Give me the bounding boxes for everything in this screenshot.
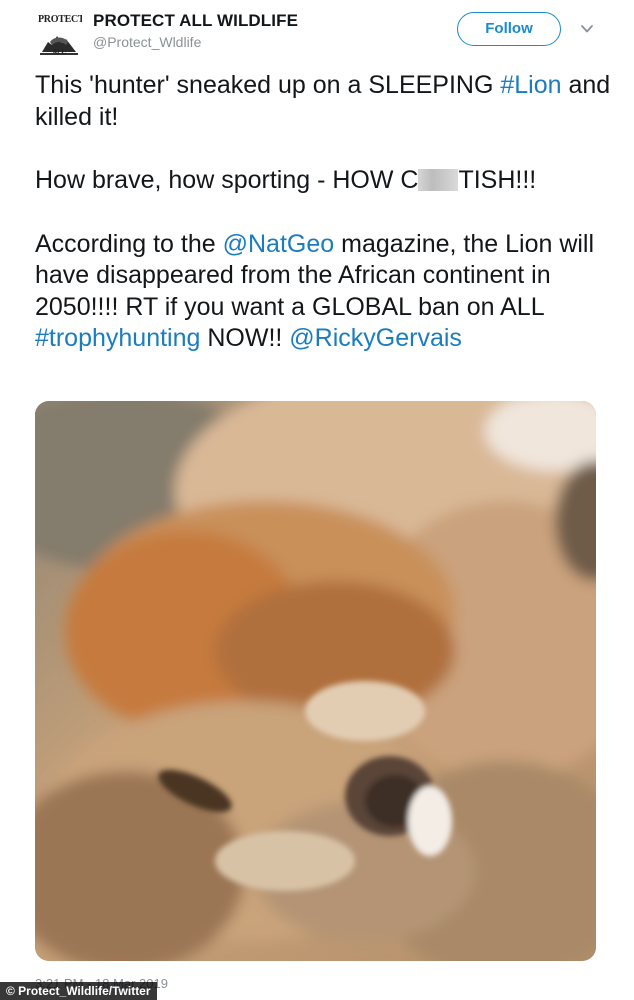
avatar-text-line-2: ALL WILDLIFE — [52, 48, 66, 56]
avatar[interactable]: PROTECT ALL WILDLIFE — [36, 12, 82, 58]
mention-natgeo-link[interactable]: @NatGeo — [223, 230, 335, 258]
tweet-paragraph-2: How brave, how sporting - HOW C TISH!!! — [35, 165, 615, 197]
tweet-text-segment: TISH!!! — [458, 166, 537, 194]
hashtag-lion-link[interactable]: #Lion — [500, 71, 561, 99]
account-handle[interactable]: @Protect_Wldlife — [93, 34, 201, 50]
hashtag-trophyhunting-link[interactable]: #trophyhunting — [35, 324, 200, 352]
account-name[interactable]: PROTECT ALL WILDLIFE — [93, 11, 298, 31]
tweet-header: PROTECT ALL WILDLIFE PROTECT ALL WILDLIF… — [0, 0, 634, 66]
censor-blur — [418, 169, 459, 191]
lion-photo — [35, 401, 596, 961]
tweet-paragraph-1: This 'hunter' sneaked up on a SLEEPING #… — [35, 70, 615, 133]
avatar-text: PROTECT ALL WILDLIFE — [38, 14, 82, 58]
chevron-down-icon[interactable] — [580, 22, 594, 36]
tweet-text-segment: This 'hunter' sneaked up on a SLEEPING — [35, 71, 501, 99]
tweet-paragraph-3: According to the @NatGeo magazine, the L… — [35, 229, 615, 355]
tweet-text-segment: NOW!! — [200, 324, 290, 352]
tweet-text-segment: According to the — [35, 229, 223, 258]
tweet-text: This 'hunter' sneaked up on a SLEEPING #… — [35, 70, 615, 355]
image-credit: © Protect_Wildlife/Twitter — [0, 982, 157, 1000]
tweet-text-segment: How brave, how sporting - HOW C — [35, 166, 419, 194]
avatar-text-line-1: PROTECT — [38, 14, 82, 25]
mention-rickygervais-link[interactable]: @RickyGervais — [289, 324, 462, 352]
tweet-media-image[interactable] — [35, 401, 596, 961]
follow-button[interactable]: Follow — [457, 12, 561, 46]
